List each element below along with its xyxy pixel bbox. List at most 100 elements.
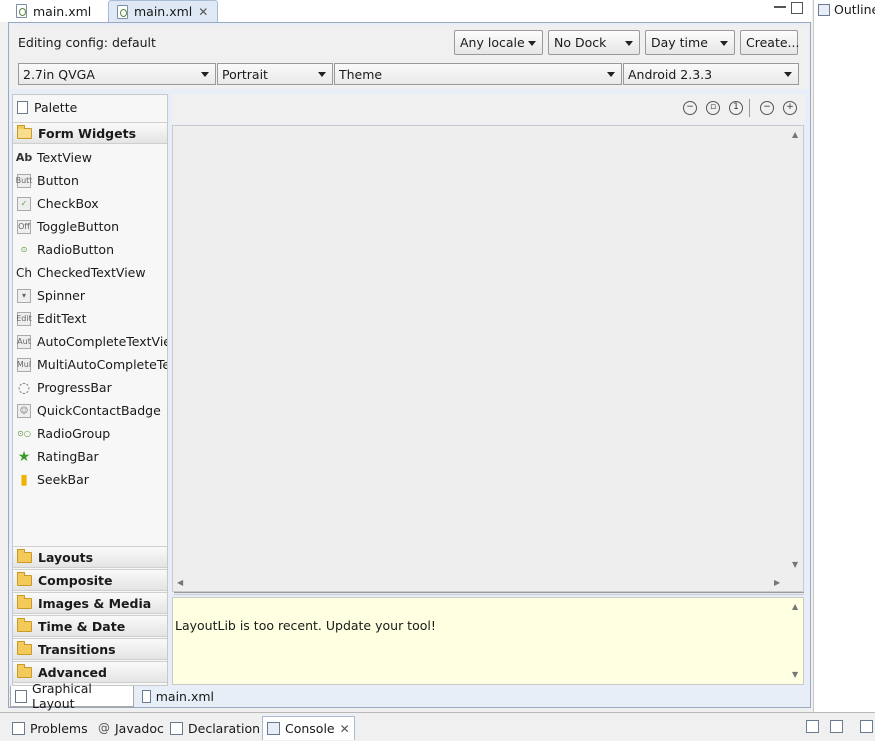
clear-console-icon[interactable] — [806, 720, 819, 733]
palette-item-togglebutton[interactable]: Off ToggleButton — [13, 215, 167, 238]
tab-label: Graphical Layout — [32, 681, 92, 711]
palette-item-checkbox[interactable]: ✓ CheckBox — [13, 192, 167, 215]
palette-item-progressbar[interactable]: ◌ ProgressBar — [13, 376, 167, 399]
category-images-media[interactable]: Images & Media — [13, 592, 167, 614]
palette-item-autocompletetextview[interactable]: Aut AutoCompleteTextView — [13, 330, 167, 353]
scroll-up-icon[interactable]: ▲ — [792, 130, 798, 139]
textview-icon: Ab — [15, 151, 33, 164]
scroll-down-icon[interactable]: ▼ — [792, 670, 798, 679]
at-sign-icon: @ — [98, 721, 110, 735]
category-composite[interactable]: Composite — [13, 569, 167, 591]
tab-label: main.xml — [155, 689, 214, 704]
error-message-text: LayoutLib is too recent. Update your too… — [175, 618, 436, 633]
palette-item-textview[interactable]: Ab TextView — [13, 146, 167, 169]
create-config-button[interactable]: Create... — [740, 30, 799, 55]
canvas-vertical-scrollbar[interactable]: ▲ ▼ — [789, 126, 803, 574]
togglebutton-icon: Off — [17, 219, 31, 234]
palette-item-radiobutton[interactable]: ⊙ RadioButton — [13, 238, 167, 261]
outline-view: Outline — [813, 0, 875, 712]
eclipse-workbench: main.xml main.xml ✕ Editing config: defa… — [0, 0, 875, 741]
palette-item-quickcontactbadge[interactable]: ☺ QuickContactBadge — [13, 399, 167, 422]
tab-javadoc[interactable]: @ Javadoc — [94, 716, 168, 740]
palette-item-seekbar[interactable]: ▮ SeekBar — [13, 468, 167, 491]
zoom-out-icon[interactable]: − — [760, 101, 774, 115]
editor-tab-label: main.xml — [33, 3, 92, 19]
scroll-left-icon[interactable]: ◀ — [177, 578, 183, 587]
palette-item-checkedtextview[interactable]: Ch CheckedTextView — [13, 261, 167, 284]
layout-canvas[interactable] — [172, 125, 804, 592]
pin-console-icon[interactable] — [860, 720, 873, 733]
folder-icon — [17, 617, 32, 632]
spinner-icon: ▾ — [17, 288, 31, 303]
category-layouts[interactable]: Layouts — [13, 546, 167, 568]
dock-dropdown[interactable]: No Dock — [548, 30, 640, 55]
folder-icon — [17, 594, 32, 609]
minimize-icon[interactable] — [774, 2, 786, 8]
locale-dropdown[interactable]: Any locale — [454, 30, 543, 55]
palette-item-label: MultiAutoCompleteTextView — [37, 357, 167, 372]
sash-divider[interactable] — [174, 592, 804, 595]
palette-item-edittext[interactable]: Edit EditText — [13, 307, 167, 330]
canvas-toolbar: − ▫ 1 − + — [172, 94, 805, 124]
console-icon — [267, 722, 280, 735]
palette-item-multiautocompletetextview[interactable]: Mul MultiAutoCompleteTextView — [13, 353, 167, 376]
tab-graphical-layout[interactable]: Graphical Layout — [10, 681, 134, 711]
theme-dropdown[interactable]: Theme — [334, 63, 622, 85]
device-dropdown[interactable]: 2.7in QVGA — [18, 63, 216, 85]
palette-item-button[interactable]: Butt Button — [13, 169, 167, 192]
palette-item-label: AutoCompleteTextView — [37, 334, 167, 349]
toolbar-separator — [749, 99, 750, 117]
device-value: 2.7in QVGA — [23, 66, 95, 82]
category-transitions[interactable]: Transitions — [13, 638, 167, 660]
canvas-horizontal-scrollbar[interactable]: ◀ ▶ — [174, 576, 786, 590]
maximize-icon[interactable] — [791, 2, 803, 14]
category-label: Advanced — [38, 664, 107, 680]
palette-item-radiogroup[interactable]: ⊙○ RadioGroup — [13, 422, 167, 445]
tab-declaration[interactable]: Declaration — [166, 716, 264, 740]
view-tab-label: Console — [285, 721, 335, 736]
editor-tab-bar: main.xml main.xml ✕ — [0, 0, 812, 22]
editor-tab-main-xml-2[interactable]: main.xml ✕ — [108, 0, 218, 22]
scroll-right-icon[interactable]: ▶ — [774, 578, 780, 587]
chevron-down-icon — [625, 40, 633, 46]
palette-panel: Palette Form Widgets Ab TextView Butt Butto… — [12, 94, 168, 686]
error-message-panel: LayoutLib is too recent. Update your too… — [172, 597, 804, 685]
palette-item-spinner[interactable]: ▾ Spinner — [13, 284, 167, 307]
scroll-down-icon[interactable]: ▼ — [792, 560, 798, 569]
chevron-down-icon — [720, 40, 728, 46]
palette-item-label: TextView — [37, 150, 92, 165]
tab-xml-source[interactable]: main.xml — [138, 686, 218, 707]
palette-item-label: Spinner — [37, 288, 86, 303]
close-icon[interactable]: ✕ — [340, 722, 350, 736]
zoom-in-icon[interactable]: + — [783, 101, 797, 115]
palette-header[interactable]: Palette — [13, 96, 167, 118]
tab-outline[interactable]: Outline — [818, 2, 875, 17]
category-label: Composite — [38, 572, 113, 588]
zoom-fit-icon[interactable]: ▫ — [706, 101, 720, 115]
scroll-up-icon[interactable]: ▲ — [792, 602, 798, 611]
time-dropdown[interactable]: Day time — [645, 30, 735, 55]
view-tab-label: Javadoc — [115, 720, 164, 736]
palette-item-label: RatingBar — [37, 449, 99, 464]
folder-icon — [17, 640, 32, 655]
category-label: Layouts — [38, 549, 94, 565]
category-time-date[interactable]: Time & Date — [13, 615, 167, 637]
close-icon[interactable]: ✕ — [198, 5, 208, 19]
seekbar-icon: ▮ — [20, 471, 28, 488]
zoom-100-icon[interactable]: 1 — [729, 101, 743, 115]
zoom-real-size-icon[interactable]: − — [683, 101, 697, 115]
orientation-dropdown[interactable]: Portrait — [217, 63, 333, 85]
category-form-widgets[interactable]: Form Widgets — [13, 122, 167, 144]
target-dropdown[interactable]: Android 2.3.3 — [623, 63, 799, 85]
scroll-lock-icon[interactable] — [830, 720, 843, 733]
palette-item-ratingbar[interactable]: ★ RatingBar — [13, 445, 167, 468]
ratingbar-icon: ★ — [17, 448, 31, 465]
palette-item-label: Button — [37, 173, 79, 188]
autocomplete-icon: Aut — [17, 334, 31, 349]
radiobutton-icon: ⊙ — [20, 245, 28, 254]
xml-source-icon — [142, 690, 151, 703]
editor-tab-main-xml-1[interactable]: main.xml — [8, 0, 108, 22]
category-advanced[interactable]: Advanced — [13, 661, 167, 683]
tab-console[interactable]: Console ✕ — [262, 716, 355, 740]
tab-problems[interactable]: Problems — [8, 716, 92, 740]
